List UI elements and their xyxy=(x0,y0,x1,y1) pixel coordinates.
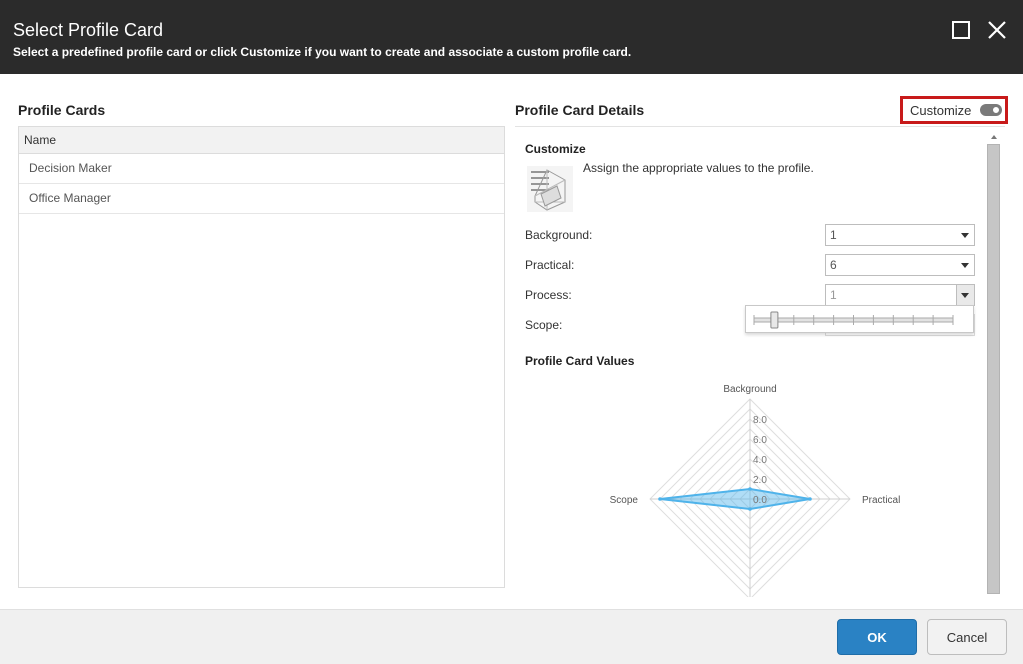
process-select-value: 1 xyxy=(830,288,837,302)
radar-tick-label: 2.0 xyxy=(753,475,767,486)
profile-card-details-title: Profile Card Details xyxy=(515,102,645,118)
process-select[interactable]: 1 xyxy=(825,284,975,306)
scope-label: Scope: xyxy=(525,318,563,332)
dialog-footer: OK Cancel xyxy=(0,609,1023,664)
customize-section-title: Customize xyxy=(525,142,586,156)
scroll-up-arrow-icon[interactable] xyxy=(988,130,1000,142)
practical-label: Practical: xyxy=(525,258,575,272)
radar-data-point xyxy=(808,497,812,501)
profile-cards-title: Profile Cards xyxy=(18,102,106,118)
chevron-down-icon xyxy=(961,233,969,238)
radar-tick-label: 8.0 xyxy=(753,415,767,426)
radar-data-point xyxy=(658,497,662,501)
chevron-down-icon xyxy=(961,293,969,298)
slider-track[interactable] xyxy=(746,306,975,334)
close-icon[interactable] xyxy=(986,19,1008,41)
practical-select[interactable]: 6 xyxy=(825,254,975,276)
dialog-subtitle: Select a predefined profile card or clic… xyxy=(13,45,632,59)
process-slider[interactable] xyxy=(745,305,974,333)
list-item[interactable]: Decision Maker xyxy=(19,154,504,184)
list-item[interactable]: Office Manager xyxy=(19,184,504,214)
ok-button[interactable]: OK xyxy=(837,619,917,655)
radar-axis-label: Background xyxy=(723,384,776,395)
radar-series-area xyxy=(659,487,811,511)
profile-card-radar-chart: 0.02.04.06.08.0BackgroundPracticalProces… xyxy=(610,384,900,597)
column-header-name[interactable]: Name xyxy=(19,127,504,154)
radar-tick-label: 0.0 xyxy=(753,495,767,506)
profile-card-values-title: Profile Card Values xyxy=(525,354,635,368)
details-panel: Customize Assign the appropriate values … xyxy=(515,127,985,597)
customize-toggle[interactable]: Customize xyxy=(900,96,1008,124)
profile-cards-list: Name Decision Maker Office Manager xyxy=(18,126,505,588)
radar-tick-label: 6.0 xyxy=(753,435,767,446)
details-scrollbar[interactable] xyxy=(987,144,1000,594)
customize-toggle-label: Customize xyxy=(910,103,972,118)
radar-axis-label: Scope xyxy=(610,495,639,506)
dialog-header: Select Profile Card Select a predefined … xyxy=(0,0,1023,74)
practical-select-value: 6 xyxy=(830,258,837,272)
radar-data-point xyxy=(748,507,752,511)
toggle-switch-icon[interactable] xyxy=(980,104,1002,116)
toggle-knob xyxy=(991,105,1001,115)
background-select[interactable]: 1 xyxy=(825,224,975,246)
background-label: Background: xyxy=(525,228,593,242)
background-select-value: 1 xyxy=(830,228,837,242)
cancel-button[interactable]: Cancel xyxy=(927,619,1007,655)
slider-handle[interactable] xyxy=(770,311,779,329)
dialog-title: Select Profile Card xyxy=(13,20,164,40)
process-label: Process: xyxy=(525,288,572,302)
radar-tick-label: 4.0 xyxy=(753,455,767,466)
maximize-icon[interactable] xyxy=(950,19,972,41)
chevron-down-icon xyxy=(961,263,969,268)
profile-card-thumbnail-icon xyxy=(527,166,573,212)
radar-data-point xyxy=(748,487,752,491)
assign-instructions: Assign the appropriate values to the pro… xyxy=(583,161,814,175)
radar-axis-label: Practical xyxy=(862,495,900,506)
